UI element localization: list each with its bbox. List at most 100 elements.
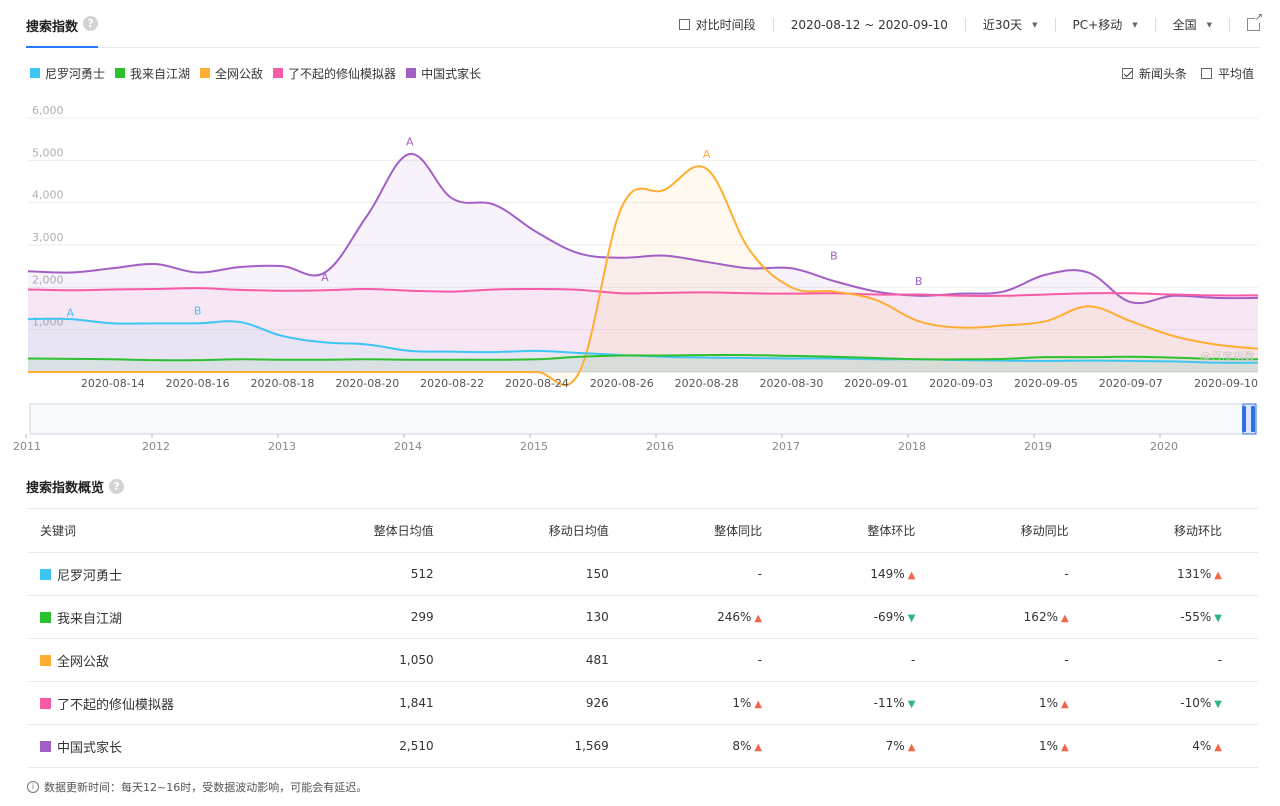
legend-items: 尼罗河勇士 我来自江湖 全网公敌 了不起的修仙模拟器 中国式家长: [30, 65, 491, 82]
value-cell: -: [1104, 638, 1258, 682]
arrow-up-icon: ▲: [754, 613, 763, 624]
timeline-year-label: 2014: [394, 440, 422, 453]
legend-item[interactable]: 全网公敌: [200, 65, 263, 82]
average-checkbox[interactable]: 平均值: [1200, 65, 1254, 82]
header: 搜索指数 ? 对比时间段 2020-08-12 ~ 2020-09-10 近30…: [26, 0, 1263, 48]
timeline-right-handle[interactable]: [1251, 406, 1255, 432]
news-marker[interactable]: A: [406, 135, 414, 148]
value-cell: 162% ▲: [951, 595, 1105, 639]
timeline-track[interactable]: [29, 403, 1257, 435]
y-tick-label: 3,000: [32, 231, 64, 244]
value-cell: 7% ▲: [798, 724, 952, 768]
region-dropdown[interactable]: 全国 ▼: [1173, 16, 1212, 33]
legend-item[interactable]: 中国式家长: [406, 65, 481, 82]
search-index-chart[interactable]: 6,0005,0004,0003,0002,0001,000A BAAABB@百度…: [0, 90, 1280, 400]
table-row: 中国式家长 2,510 1,569 8% ▲ 7% ▲ 1% ▲ 4% ▲: [28, 724, 1258, 768]
divider: [1229, 17, 1230, 32]
news-marker[interactable]: A: [703, 148, 711, 161]
news-marker[interactable]: B: [830, 250, 838, 263]
timeline-year-label: 2016: [646, 440, 674, 453]
x-tick-label: 2020-08-28: [675, 377, 739, 390]
keyword-swatch: [40, 740, 51, 752]
keyword: 中国式家长: [40, 737, 294, 756]
watermark: @百度指数: [1200, 349, 1255, 363]
x-tick-label: 2020-08-24: [505, 377, 569, 390]
x-tick-label: 2020-09-01: [844, 377, 908, 390]
arrow-down-icon: ▼: [907, 613, 916, 624]
table-row: 我来自江湖 299 130 246% ▲ -69% ▼ 162% ▲ -55% ▼: [28, 595, 1258, 639]
value-cell: 512: [294, 552, 470, 596]
keyword-swatch: [40, 654, 51, 666]
cell-value: 4%: [1192, 739, 1212, 753]
cell-value: -: [1064, 567, 1069, 581]
y-tick-label: 4,000: [32, 189, 64, 202]
x-tick-label: 2020-08-14: [81, 377, 145, 390]
cell-value: 150: [585, 567, 609, 581]
x-tick-label: 2020-08-18: [251, 377, 315, 390]
column-header: 移动日均值: [469, 508, 645, 553]
keyword-name: 我来自江湖: [57, 611, 123, 627]
value-cell: -: [644, 552, 799, 596]
arrow-up-icon: ▲: [1060, 699, 1069, 710]
x-tick-label: 2020-09-10: [1194, 377, 1258, 390]
value-cell: 1% ▲: [644, 681, 799, 725]
arrow-down-icon: ▼: [1214, 613, 1222, 624]
legend-item[interactable]: 尼罗河勇士: [30, 65, 105, 82]
cell-value: -: [1064, 653, 1069, 667]
keyword-cell: 了不起的修仙模拟器: [28, 681, 295, 725]
value-cell: -: [951, 552, 1105, 596]
checkbox-checked-icon: [1121, 67, 1133, 79]
region-value: 全国: [1172, 18, 1197, 32]
column-header: 整体环比: [798, 508, 952, 553]
legend-label: 全网公敌: [215, 66, 264, 81]
value-cell: 481: [469, 638, 645, 682]
legend-item[interactable]: 了不起的修仙模拟器: [273, 65, 396, 82]
share-icon[interactable]: [1247, 13, 1263, 31]
news-marker[interactable]: A: [321, 271, 329, 284]
timeline-year-label: 2018: [898, 440, 926, 453]
cell-value: 481: [585, 653, 609, 667]
value-cell: -55% ▼: [1104, 595, 1258, 639]
x-tick-label: 2020-09-05: [1014, 377, 1078, 390]
help-icon[interactable]: ?: [109, 479, 125, 494]
tab-search-index[interactable]: 搜索指数 ?: [26, 16, 99, 48]
caret-down-icon: ▼: [1032, 20, 1038, 29]
keyword-name: 中国式家长: [57, 740, 123, 756]
help-icon[interactable]: ?: [83, 16, 99, 31]
timeline-left-handle[interactable]: [1242, 406, 1246, 432]
device-value: PC+移动: [1072, 18, 1123, 32]
cell-value: 162%: [1023, 610, 1058, 624]
news-headline-checkbox[interactable]: 新闻头条: [1121, 65, 1187, 82]
value-cell: 2,510: [294, 724, 470, 768]
legend-item[interactable]: 我来自江湖: [115, 65, 190, 82]
arrow-down-icon: ▼: [1214, 699, 1222, 710]
device-dropdown[interactable]: PC+移动 ▼: [1073, 16, 1138, 33]
compare-period-checkbox[interactable]: 对比时间段: [678, 16, 756, 33]
cell-value: -: [1217, 653, 1222, 667]
cell-value: 149%: [870, 567, 905, 581]
news-marker[interactable]: A: [67, 307, 75, 320]
period-dropdown[interactable]: 近30天 ▼: [983, 16, 1038, 33]
cell-value: 1%: [732, 696, 752, 710]
value-cell: 8% ▲: [644, 724, 799, 768]
divider: [964, 17, 966, 32]
column-header: 整体日均值: [294, 508, 470, 553]
divider: [1154, 17, 1156, 32]
arrow-up-icon: ▲: [907, 742, 916, 753]
date-range-picker[interactable]: 2020-08-12 ~ 2020-09-10: [791, 18, 948, 32]
news-marker[interactable]: B: [915, 275, 923, 288]
column-header: 移动同比: [951, 508, 1105, 553]
value-cell: 1% ▲: [951, 724, 1105, 768]
legend-label: 尼罗河勇士: [45, 66, 106, 81]
value-cell: 1,569: [469, 724, 645, 768]
x-tick-label: 2020-08-30: [759, 377, 823, 390]
cell-value: 8%: [732, 739, 752, 753]
period-value: 近30天: [982, 18, 1023, 32]
timeline-navigator[interactable]: 2011 2012 2013 2014 2015 2016 2017 2018 2019 2020: [0, 400, 1280, 456]
toolbar: 对比时间段 2020-08-12 ~ 2020-09-10 近30天 ▼ PC+…: [678, 13, 1263, 33]
news-marker[interactable]: B: [194, 305, 202, 318]
x-tick-label: 2020-08-20: [335, 377, 399, 390]
y-tick-label: 5,000: [32, 146, 64, 159]
overview-title: 搜索指数概览 ?: [26, 477, 125, 496]
cell-value: -: [911, 653, 916, 667]
